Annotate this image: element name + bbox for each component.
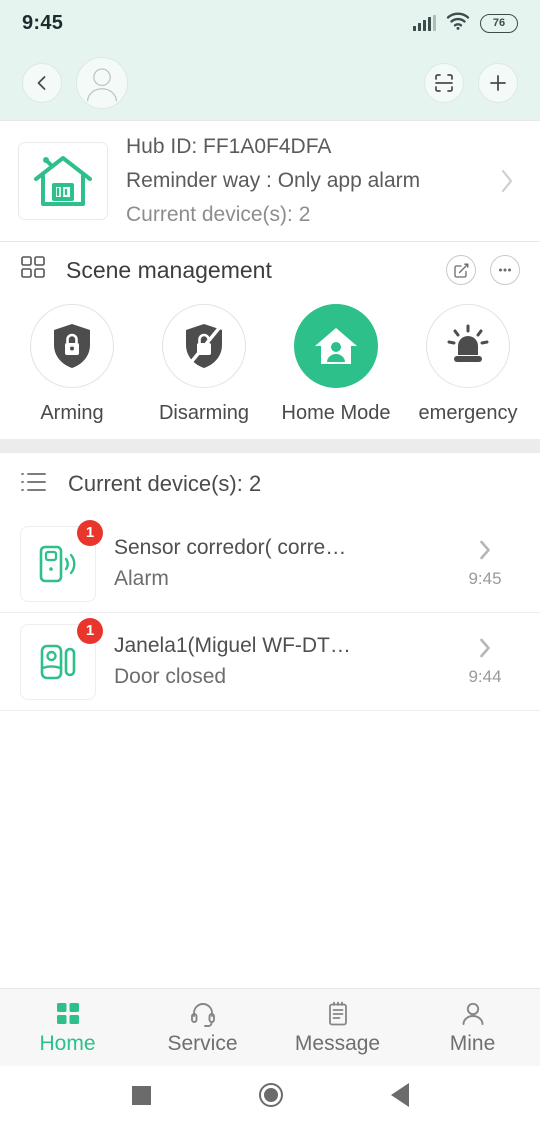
door-contact-sensor-icon bbox=[40, 644, 76, 679]
app-bar-left-group bbox=[22, 57, 128, 109]
tab-home[interactable]: Home bbox=[0, 1000, 135, 1056]
square-icon[interactable] bbox=[131, 1085, 151, 1105]
system-navigation-bar bbox=[0, 1066, 540, 1124]
device-row-1[interactable]: 1 Sensor corredor( corre… Alarm 9:45 bbox=[0, 515, 540, 613]
headset-icon bbox=[190, 1002, 215, 1027]
person-icon bbox=[462, 1002, 483, 1025]
back-button[interactable] bbox=[22, 63, 62, 103]
scene-home-mode-circle bbox=[294, 304, 378, 388]
device-2-badge: 1 bbox=[77, 617, 103, 644]
hub-reminder-line: Reminder way : Only app alarm bbox=[126, 169, 421, 192]
bottom-tab-bar: Home Service Message Mine bbox=[0, 988, 540, 1066]
device-1-time: 9:45 bbox=[468, 568, 502, 588]
device-2-text: Janela1(Miguel WF-DT… Door closed bbox=[96, 631, 450, 693]
tab-mine-label: Mine bbox=[449, 1031, 496, 1055]
list-icon bbox=[20, 471, 46, 498]
devices-header: Current device(s): 2 bbox=[0, 453, 540, 515]
hub-card[interactable]: Hub ID: FF1A0F4DFA Reminder way : Only a… bbox=[0, 120, 540, 242]
scene-disarming-label: Disarming bbox=[158, 402, 250, 424]
scene-arming-label: Arming bbox=[40, 402, 104, 424]
tab-message-label: Message bbox=[294, 1031, 381, 1055]
phone-screen: 9:45 76 Hub ID: FF1A0F4DFA Reminder way … bbox=[0, 0, 540, 1124]
chevron-left-icon bbox=[37, 76, 46, 90]
scene-arming-circle bbox=[30, 304, 114, 388]
scene-arming[interactable]: Arming bbox=[6, 304, 138, 425]
shield-unlock-icon bbox=[186, 324, 222, 368]
status-icons: 76 bbox=[413, 12, 518, 35]
section-divider bbox=[0, 439, 540, 453]
scene-emergency-label: emergency bbox=[418, 402, 518, 424]
device-1-state: Alarm bbox=[114, 566, 169, 590]
scene-more-button[interactable] bbox=[490, 255, 520, 285]
wifi-icon bbox=[446, 12, 470, 35]
status-bar: 9:45 76 bbox=[0, 0, 540, 46]
device-2-right: 9:44 bbox=[450, 637, 520, 687]
scene-emergency[interactable]: emergency bbox=[402, 304, 534, 425]
scene-buttons: Arming Disarming Home Mode emergency bbox=[0, 298, 540, 439]
home-person-icon bbox=[315, 328, 357, 364]
device-2-time: 9:44 bbox=[468, 666, 502, 686]
motion-sensor-icon bbox=[39, 545, 76, 582]
app-bar bbox=[0, 46, 540, 120]
device-2-state: Door closed bbox=[114, 664, 227, 688]
scene-emergency-circle bbox=[426, 304, 510, 388]
ellipsis-icon bbox=[499, 268, 511, 272]
device-2-name: Janela1(Miguel WF-DT… bbox=[114, 633, 351, 657]
scene-management-title: Scene management bbox=[66, 256, 272, 283]
device-1-right: 9:45 bbox=[450, 539, 520, 589]
shield-lock-icon bbox=[54, 324, 90, 368]
hub-thumbnail bbox=[18, 142, 108, 220]
tab-service-label: Service bbox=[167, 1031, 238, 1055]
notepad-icon bbox=[328, 1001, 347, 1025]
tab-service[interactable]: Service bbox=[135, 1000, 270, 1056]
scan-button[interactable] bbox=[424, 63, 464, 103]
cellular-signal-icon bbox=[413, 15, 436, 31]
device-2-thumb-wrap: 1 bbox=[20, 617, 103, 700]
scene-management-header: Scene management bbox=[0, 242, 540, 298]
tab-mine[interactable]: Mine bbox=[405, 1000, 540, 1056]
hub-card-chevron bbox=[492, 168, 522, 194]
scene-disarming[interactable]: Disarming bbox=[138, 304, 270, 425]
device-row-2[interactable]: 1 Janela1(Miguel WF-DT… Door closed 9:44 bbox=[0, 613, 540, 711]
hub-device-count-line: Current device(s): 2 bbox=[126, 203, 311, 226]
grid-icon bbox=[20, 255, 46, 286]
chevron-right-icon[interactable] bbox=[478, 539, 492, 561]
tab-home-label: Home bbox=[39, 1031, 96, 1055]
chevron-right-icon bbox=[501, 169, 513, 193]
user-avatar-icon bbox=[86, 68, 118, 102]
grid-icon bbox=[56, 1002, 79, 1024]
scan-qr-icon bbox=[435, 74, 453, 92]
scroll-content: Hub ID: FF1A0F4DFA Reminder way : Only a… bbox=[0, 120, 540, 1108]
triangle-back-icon[interactable] bbox=[390, 1083, 409, 1107]
add-button[interactable] bbox=[478, 63, 518, 103]
scene-management-actions bbox=[446, 255, 520, 285]
chevron-right-icon[interactable] bbox=[478, 637, 492, 659]
status-time: 9:45 bbox=[22, 11, 64, 34]
scene-home-mode[interactable]: Home Mode bbox=[270, 304, 402, 425]
device-1-name: Sensor corredor( corre… bbox=[114, 535, 347, 559]
hub-info: Hub ID: FF1A0F4DFA Reminder way : Only a… bbox=[108, 130, 492, 232]
avatar-button[interactable] bbox=[76, 57, 128, 109]
plus-icon bbox=[490, 75, 506, 91]
edit-square-icon bbox=[453, 263, 468, 278]
siren-icon bbox=[447, 324, 489, 362]
hub-id-line: Hub ID: FF1A0F4DFA bbox=[126, 135, 332, 158]
devices-count-title: Current device(s): 2 bbox=[68, 471, 262, 496]
home-hub-icon bbox=[34, 156, 92, 206]
tab-message[interactable]: Message bbox=[270, 1000, 405, 1056]
circle-icon[interactable] bbox=[258, 1083, 283, 1107]
edit-scenes-button[interactable] bbox=[446, 255, 476, 285]
device-1-text: Sensor corredor( corre… Alarm bbox=[96, 533, 450, 595]
scene-home-mode-label: Home Mode bbox=[281, 402, 391, 424]
battery-indicator: 76 bbox=[480, 13, 518, 33]
scene-disarming-circle bbox=[162, 304, 246, 388]
device-1-badge: 1 bbox=[77, 519, 103, 546]
app-bar-right-group bbox=[424, 63, 518, 103]
device-1-thumb-wrap: 1 bbox=[20, 519, 103, 602]
